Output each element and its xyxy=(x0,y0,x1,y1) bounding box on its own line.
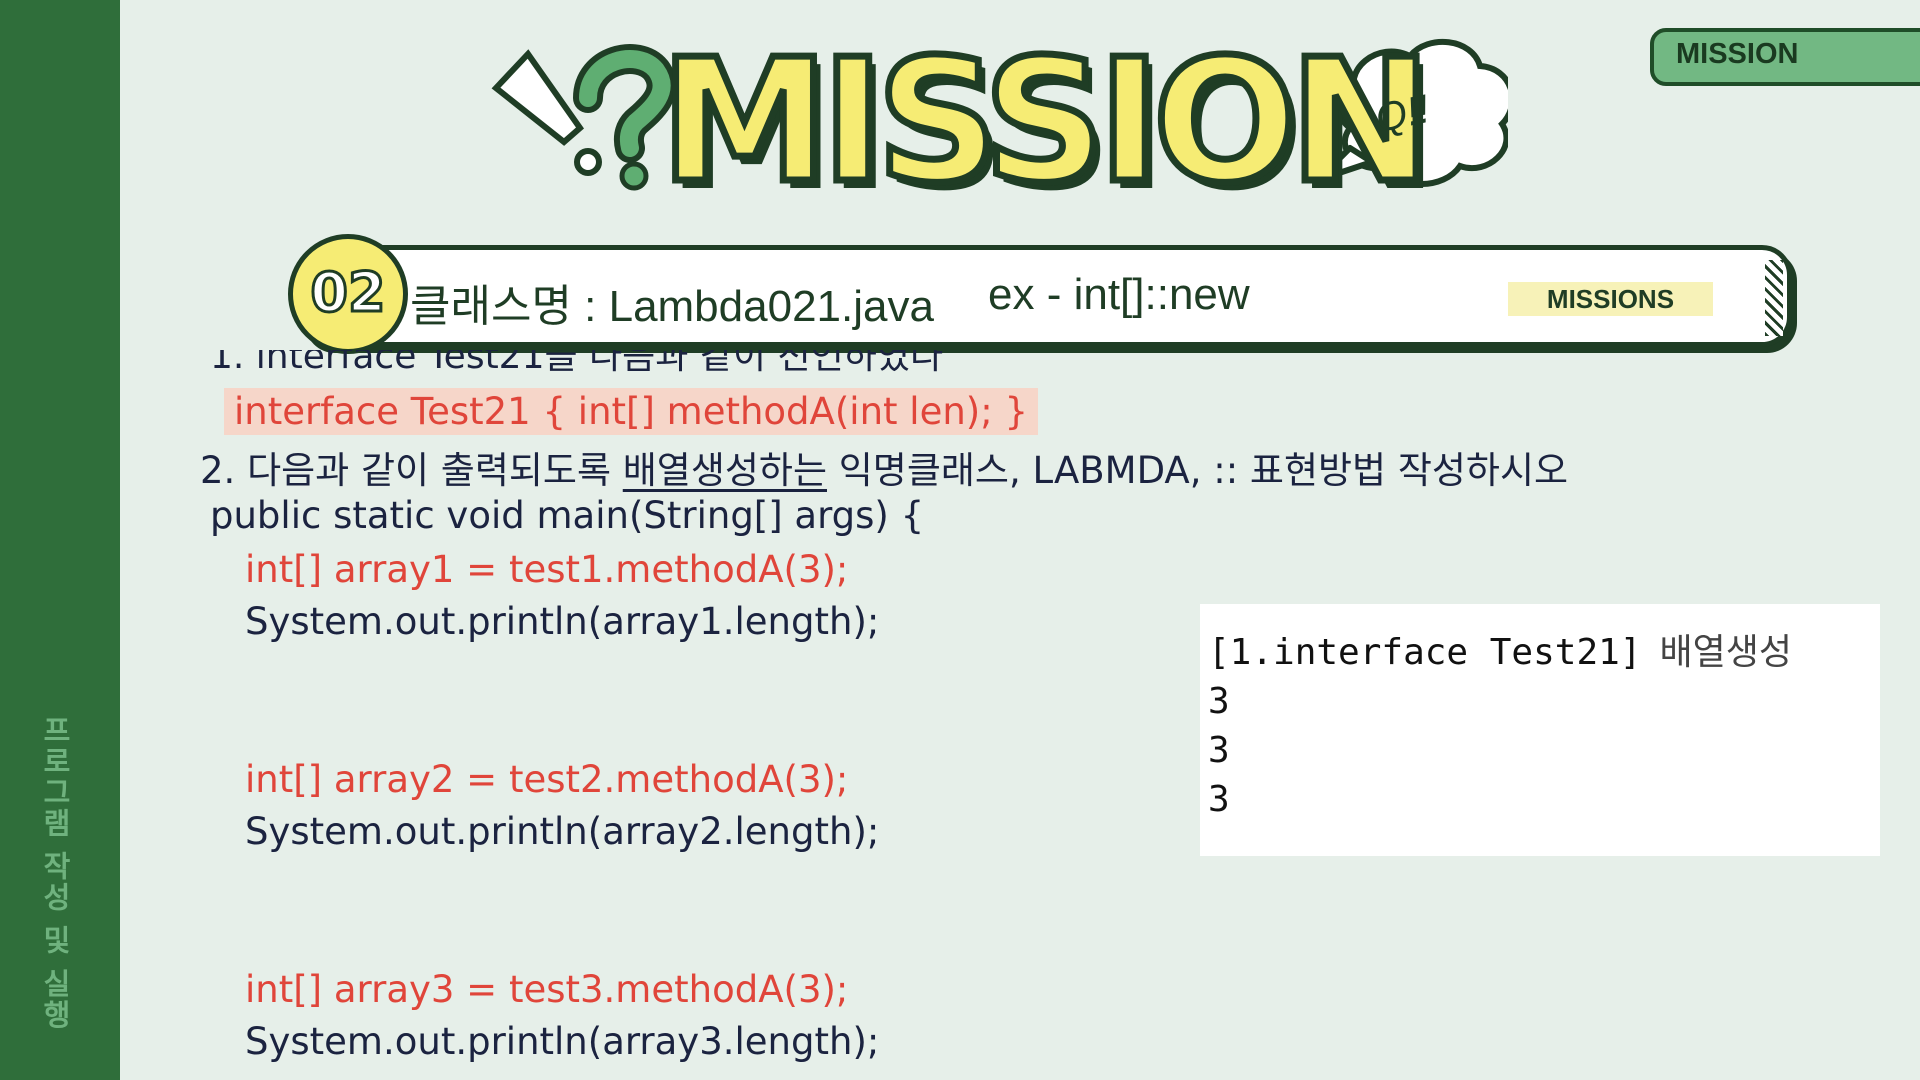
interface-code-line: interface Test21 { int[] methodA(int len… xyxy=(224,388,1038,435)
array3-declaration: int[] array3 = test3.methodA(3); xyxy=(245,968,849,1011)
mission-number-badge: 02 xyxy=(288,234,408,354)
instruction-line-2-suffix: 익명클래스, LABMDA, :: 표현방법 작성하시오 xyxy=(827,449,1569,492)
class-name-label: 클래스명 : Lambda021.java xyxy=(410,282,934,331)
console-title: [1.interface Test21] xyxy=(1208,632,1642,673)
instruction-line-1: 1. interface Test21을 다음과 같이 선언하였다 xyxy=(210,350,944,372)
corner-mission-tab: MISSION xyxy=(1650,28,1920,86)
array1-print: System.out.println(array1.length); xyxy=(245,600,880,643)
console-title-kr: 배열생성 xyxy=(1659,632,1792,673)
instruction-line-2-prefix: 2. 다음과 같이 출력되도록 xyxy=(200,449,623,492)
instruction-line-2: 2. 다음과 같이 출력되도록 배열생성하는 익명클래스, LABMDA, ::… xyxy=(200,440,1568,494)
mission-title-banner: MISSION Q!! xyxy=(488,23,1508,221)
console-title-line: [1.interface Test21] 배열생성 xyxy=(1208,628,1880,677)
instruction-line-2-underlined: 배열생성하는 xyxy=(622,449,827,492)
missions-tag: MISSIONS xyxy=(1508,282,1713,316)
console-output-panel: [1.interface Test21] 배열생성 3 3 3 xyxy=(1200,604,1880,856)
console-output-line: 3 xyxy=(1208,730,1230,771)
array1-declaration: int[] array1 = test1.methodA(3); xyxy=(245,548,849,591)
mission-title: MISSION xyxy=(657,23,1436,221)
console-output-line: 3 xyxy=(1208,681,1230,722)
console-output-line: 3 xyxy=(1208,779,1230,820)
array2-print: System.out.println(array2.length); xyxy=(245,810,880,853)
hatch-decoration xyxy=(1765,260,1783,336)
sidebar: 프로그램 작성 및 실행 xyxy=(0,0,120,1080)
sidebar-label: 프로그램 작성 및 실행 xyxy=(38,715,72,1031)
example-label: ex - int[]::new xyxy=(988,270,1250,319)
main-signature: public static void main(String[] args) { xyxy=(210,494,925,537)
array3-print: System.out.println(array3.length); xyxy=(245,1020,880,1063)
array2-declaration: int[] array2 = test2.methodA(3); xyxy=(245,758,849,801)
